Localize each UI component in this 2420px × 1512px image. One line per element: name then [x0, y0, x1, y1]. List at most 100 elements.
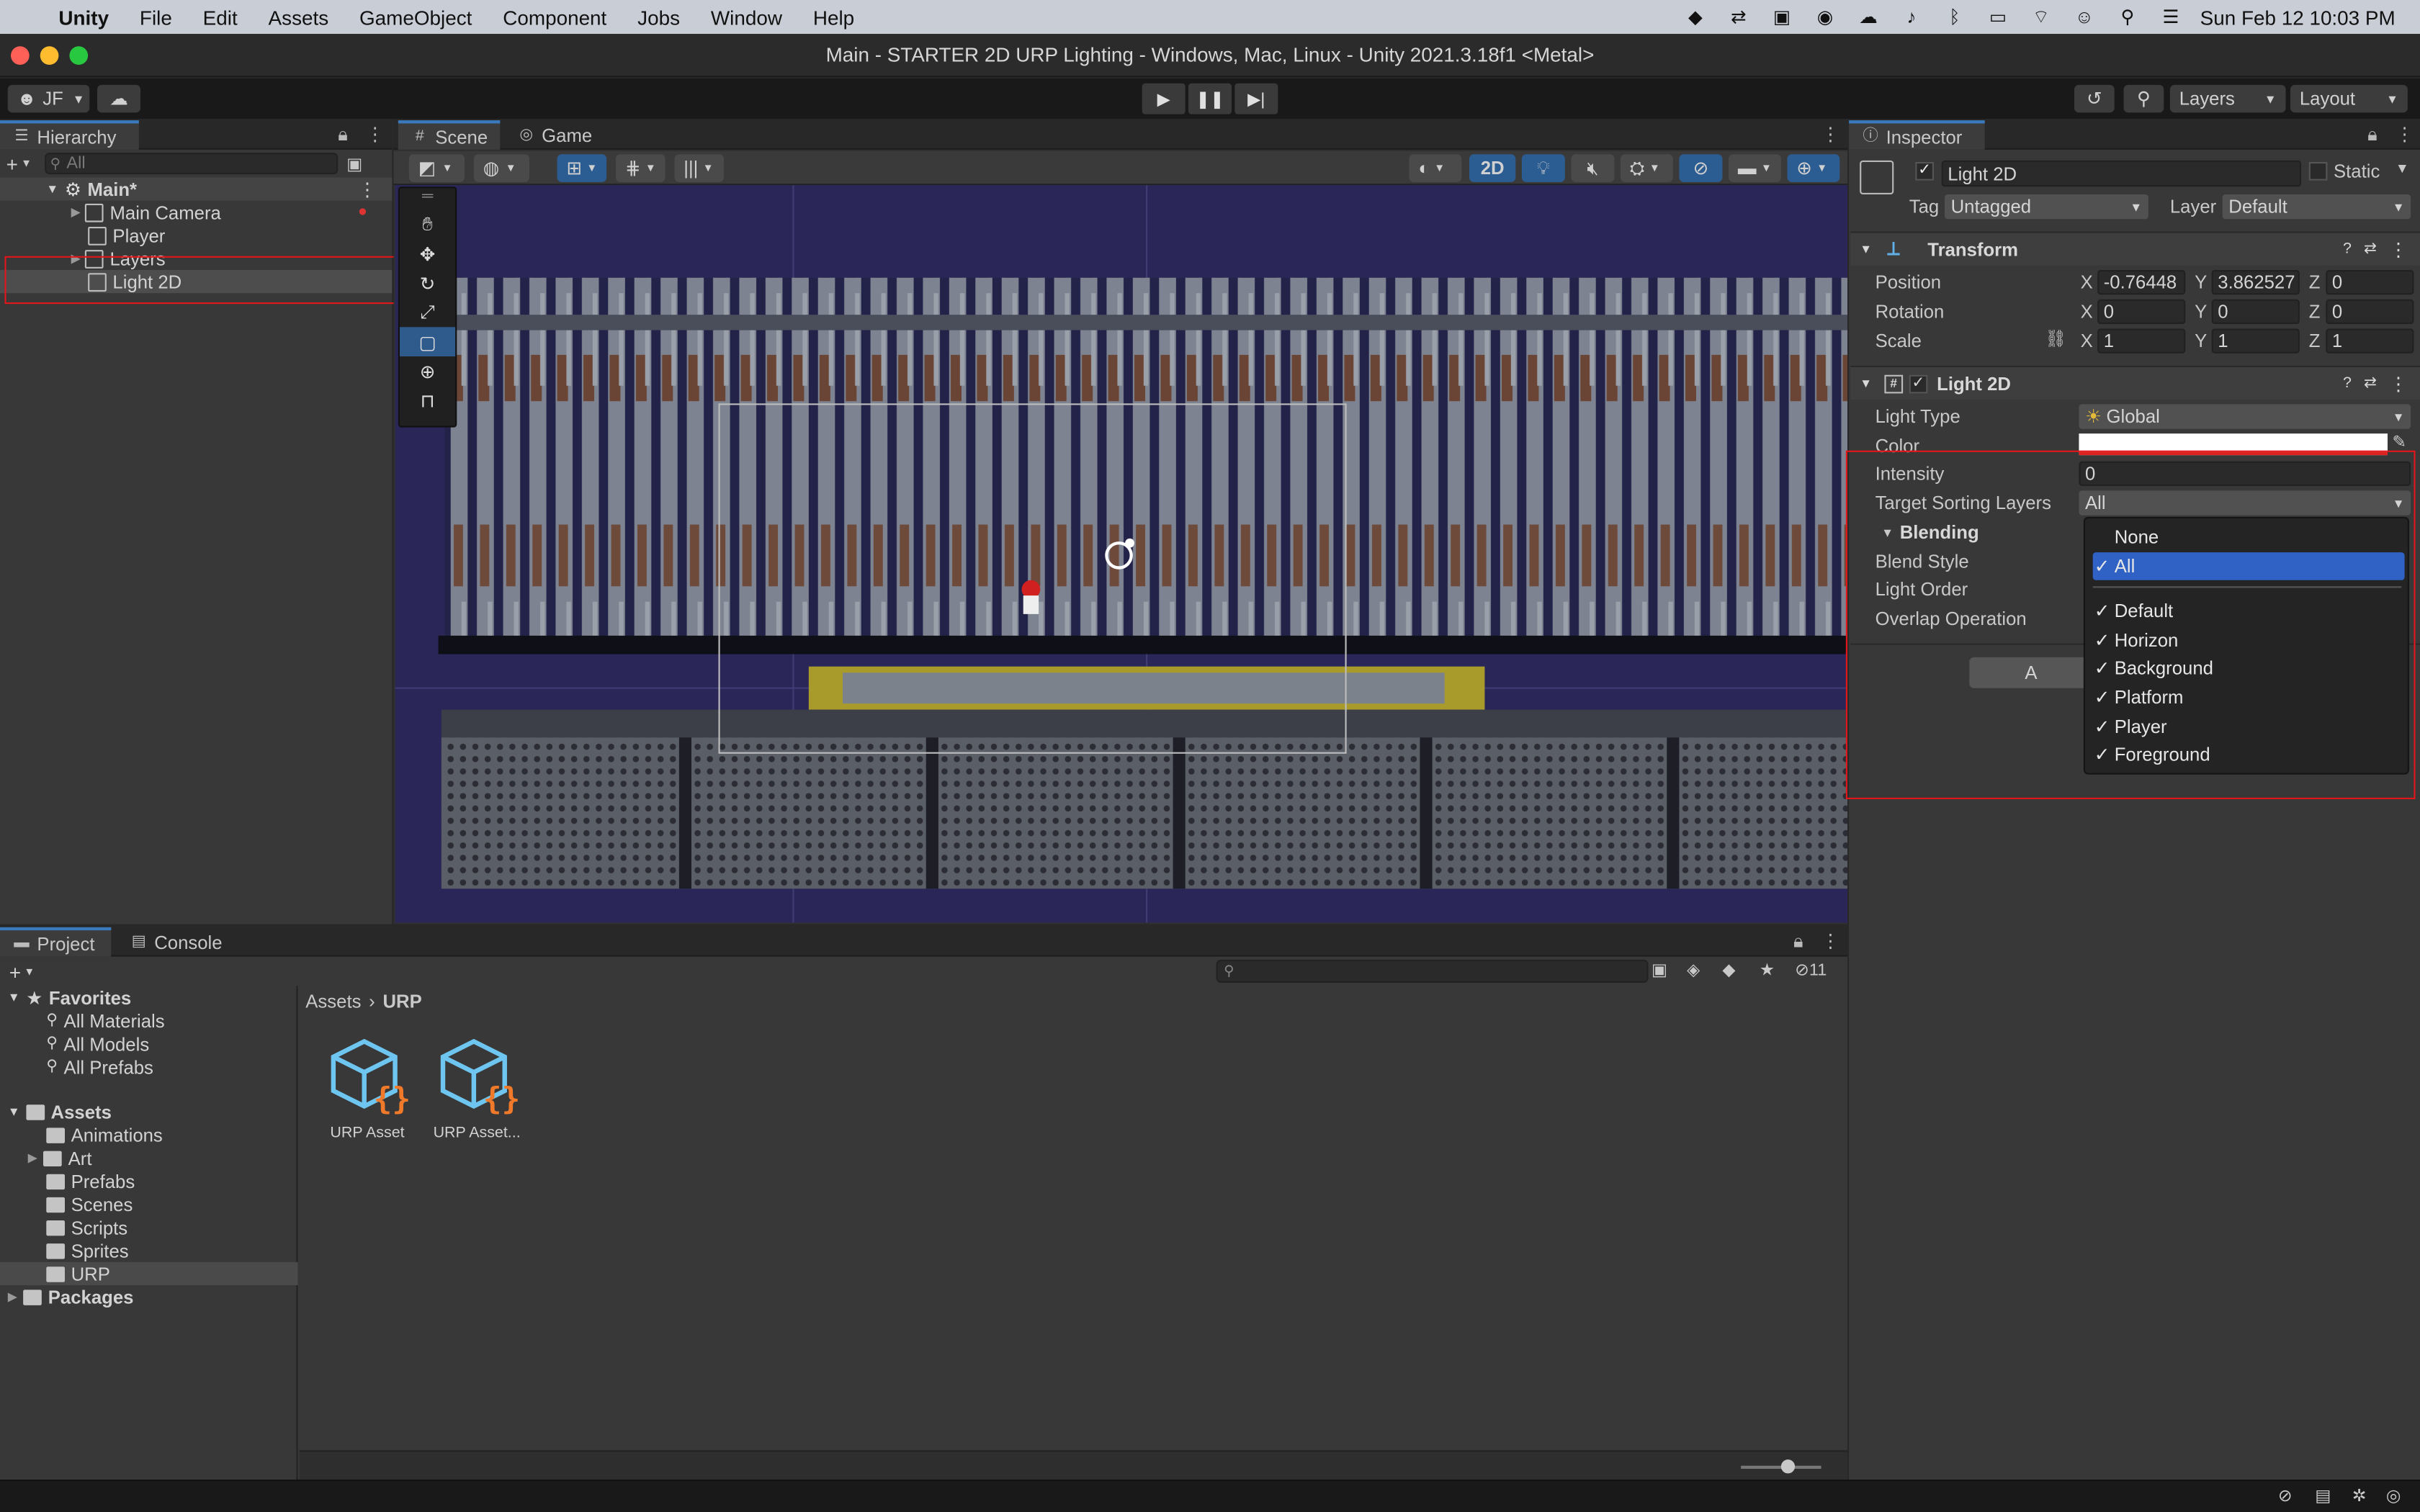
draw-mode-dropdown[interactable]: ◩ ▼	[408, 154, 465, 182]
folder-urp[interactable]: URP	[0, 1261, 298, 1285]
breadcrumb-assets[interactable]: Assets	[305, 990, 361, 1012]
chevron-down-icon[interactable]: ▼	[21, 158, 32, 169]
scale-x-field[interactable]: 1	[2097, 328, 2186, 354]
hierarchy-item-layers[interactable]: ▶ Layers	[0, 247, 392, 270]
folder-animations[interactable]: Animations	[46, 1123, 163, 1146]
undo-history-button[interactable]: ↺	[2074, 84, 2115, 113]
project-search-input[interactable]: ⚲	[1216, 959, 1649, 983]
favorite-all-prefabs[interactable]: ⚲ All Prefabs	[46, 1056, 153, 1079]
active-checkbox[interactable]: ✓	[1915, 162, 1934, 181]
wifi-icon[interactable]: ⌔	[2027, 6, 2056, 28]
more-menu-icon[interactable]: ⋮	[1821, 123, 1840, 145]
step-button[interactable]: ▶|	[1234, 83, 1278, 114]
rotation-z-field[interactable]: 0	[2326, 299, 2414, 324]
rotation-y-field[interactable]: 0	[2211, 299, 2300, 324]
transform-header[interactable]: ▼ ⟂ Transform ? ⇄ ⋮	[1850, 231, 2420, 266]
layer-dropdown[interactable]: Default ▼	[2222, 194, 2411, 220]
align-dropdown[interactable]: ||| ▼	[674, 154, 724, 182]
bluetooth-icon[interactable]: ᛒ	[1941, 6, 1969, 28]
hierarchy-item-light-2d[interactable]: Light 2D	[0, 270, 393, 294]
sync-tray-icon[interactable]: ⇄	[1725, 6, 1753, 28]
lock-icon[interactable]: 🔒︎	[2367, 123, 2378, 146]
position-y-field[interactable]: 3.862527	[2211, 270, 2300, 295]
hidden-packages-icon[interactable]: ⊘11	[1795, 960, 1827, 980]
folder-scripts[interactable]: Scripts	[46, 1216, 127, 1239]
light2d-header[interactable]: ▼ # ✓ Light 2D ? ⇄ ⋮	[1850, 365, 2420, 400]
layout-dropdown[interactable]: Layout ▼	[2290, 84, 2408, 113]
camera-tray-icon[interactable]: ◉	[1811, 6, 1839, 28]
hierarchy-scene-row[interactable]: ▼ ⚙ Main* ⋮	[0, 177, 393, 201]
static-checkbox[interactable]	[2308, 162, 2328, 181]
more-menu-icon[interactable]: ⋮	[366, 123, 385, 145]
popup-option-foreground[interactable]: ✓ Foreground	[2093, 741, 2405, 769]
transform-tool-button[interactable]: ⊕	[400, 356, 455, 386]
folder-prefabs[interactable]: Prefabs	[46, 1169, 135, 1192]
help-icon[interactable]: ?	[2343, 375, 2352, 392]
search-by-type-icon[interactable]: ▣	[1652, 960, 1667, 980]
cloud-tray-icon[interactable]: ☁	[1855, 6, 1883, 28]
layers-dropdown[interactable]: Layers ▼	[2169, 84, 2286, 113]
menu-gameobject[interactable]: GameObject	[359, 6, 472, 29]
menu-file[interactable]: File	[140, 6, 172, 29]
lock-icon[interactable]: 🔒︎	[1793, 930, 1803, 953]
tab-project[interactable]: ▬ Project	[0, 927, 112, 957]
popup-option-none[interactable]: None	[2093, 523, 2405, 551]
more-menu-icon[interactable]: ⋮	[358, 178, 377, 199]
unity-tray-icon[interactable]: ◆	[1682, 6, 1710, 28]
create-button[interactable]: + ▼	[9, 960, 35, 984]
favorite-all-models[interactable]: ⚲ All Models	[46, 1032, 149, 1056]
move-tool-button[interactable]: ✥	[400, 239, 455, 269]
folder-sprites[interactable]: Sprites	[46, 1239, 129, 1262]
scale-z-field[interactable]: 1	[2326, 328, 2414, 354]
position-x-field[interactable]: -0.76448	[2097, 270, 2186, 295]
favorite-star-icon[interactable]: ★	[1760, 960, 1775, 980]
render-mode-dropdown[interactable]: ◍ ▼	[473, 154, 529, 182]
tab-game[interactable]: ◎ Game	[505, 120, 606, 150]
menu-edit[interactable]: Edit	[203, 6, 238, 29]
menu-component[interactable]: Component	[503, 6, 606, 29]
volume-icon[interactable]: ♪	[1898, 6, 1926, 28]
component-enabled-checkbox[interactable]: ✓	[1909, 374, 1928, 393]
popup-option-horizon[interactable]: ✓ Horizon	[2093, 626, 2405, 654]
eyedropper-icon[interactable]: ✎	[2392, 432, 2406, 452]
battery-icon[interactable]: ▭	[1984, 6, 2012, 28]
scale-y-field[interactable]: 1	[2211, 328, 2300, 354]
expand-arrow-icon[interactable]: ▶	[71, 205, 81, 219]
packages-root-row[interactable]: ▶ Packages	[0, 1285, 134, 1308]
audio-toggle[interactable]: 🔇︎	[1571, 154, 1615, 182]
effects-dropdown[interactable]: ⛭ ▼	[1621, 154, 1673, 182]
user-icon[interactable]: ☺	[2071, 6, 2099, 28]
custom-tool-button[interactable]: ⊓	[400, 386, 455, 415]
menu-help[interactable]: Help	[813, 6, 854, 29]
gizmos-dropdown[interactable]: ⊕ ▼	[1787, 154, 1840, 182]
lock-icon[interactable]: 🔒︎	[338, 123, 348, 146]
popup-option-default[interactable]: ✓ Default	[2093, 597, 2405, 625]
add-icon[interactable]: +	[6, 152, 18, 175]
add-component-button[interactable]: A	[1969, 657, 2093, 688]
object-name-field[interactable]: Light 2D	[1941, 160, 2301, 187]
help-icon[interactable]: ?	[2343, 240, 2352, 258]
rect-tool-button[interactable]: ▢	[400, 327, 456, 356]
position-z-field[interactable]: 0	[2326, 270, 2414, 295]
tab-hierarchy[interactable]: ☰ Hierarchy	[0, 120, 139, 150]
target-sorting-dropdown[interactable]: All ▼	[2079, 490, 2411, 516]
preset-icon[interactable]: ⇄	[2364, 375, 2377, 392]
favorites-row[interactable]: ▼ ★ Favorites	[0, 986, 132, 1009]
cloud-button[interactable]: ☁	[97, 84, 140, 113]
breadcrumb-urp[interactable]: URP	[382, 990, 421, 1012]
progress-icon[interactable]: ⊘	[2278, 1486, 2293, 1506]
menu-jobs[interactable]: Jobs	[637, 6, 680, 29]
chevron-down-icon[interactable]: ▼	[2396, 161, 2409, 176]
color-swatch[interactable]	[2079, 433, 2388, 456]
search-button[interactable]: ⚲	[2123, 84, 2164, 113]
hand-tool-button[interactable]: ✋︎	[400, 210, 455, 239]
expand-arrow-icon[interactable]: ▶	[71, 251, 81, 265]
scale-tool-button[interactable]: ⤢	[400, 298, 455, 328]
lighting-toggle[interactable]: 💡︎	[1521, 154, 1565, 182]
cache-server-icon[interactable]: ▤	[2315, 1486, 2331, 1506]
expand-arrow-icon[interactable]: ▼	[46, 182, 58, 196]
account-dropdown[interactable]: ☻ JF ▼	[7, 84, 90, 113]
popup-option-all[interactable]: ✓ All	[2092, 552, 2405, 580]
folder-scenes[interactable]: Scenes	[46, 1192, 133, 1215]
hierarchy-item-main-camera[interactable]: ▶ Main Camera ●	[0, 201, 392, 224]
